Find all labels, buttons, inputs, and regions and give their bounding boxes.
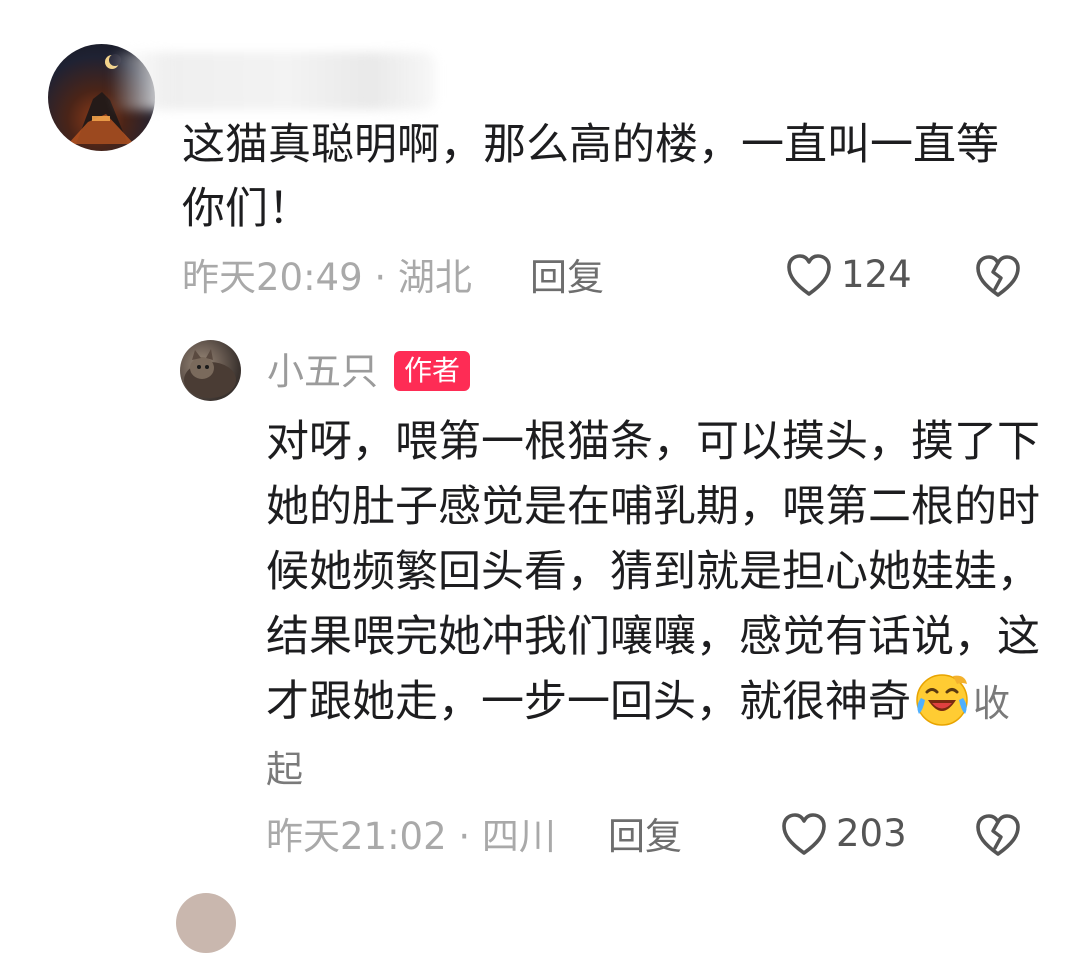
- broken-heart-icon: [976, 255, 1020, 297]
- reply-button[interactable]: 回复: [530, 256, 604, 300]
- reply-button-2[interactable]: 回复: [608, 815, 682, 859]
- author-avatar[interactable]: [180, 340, 241, 401]
- like-count-2: 203: [836, 812, 907, 855]
- author-badge: 作者: [394, 351, 471, 391]
- heart-outline-icon: [787, 254, 831, 296]
- heart-outline-icon: [782, 813, 826, 855]
- next-comment-avatar[interactable]: [176, 893, 236, 953]
- comment-time-location: 昨天20:49 · 湖北: [182, 256, 472, 299]
- author-username[interactable]: 小五只: [267, 349, 378, 395]
- comment-text: 这猫真聪明啊，那么高的楼，一直叫一直等你们！: [182, 120, 999, 234]
- broken-heart-icon: [976, 814, 1020, 856]
- reply-comment-text: 对呀，喂第一根猫条，可以摸头，摸了下她的肚子感觉是在哺乳期，喂第二根的时候她频繁…: [266, 410, 1041, 802]
- dislike-button-2[interactable]: [974, 811, 1022, 863]
- blurred-username: [110, 52, 435, 110]
- reply-time-location: 昨天21:02 · 四川: [266, 815, 556, 858]
- dislike-button[interactable]: [974, 252, 1022, 304]
- like-count: 124: [841, 253, 912, 296]
- laughing-crying-emoji-icon: [913, 670, 971, 728]
- like-button-2[interactable]: 203: [780, 811, 907, 857]
- like-button[interactable]: 124: [785, 252, 912, 298]
